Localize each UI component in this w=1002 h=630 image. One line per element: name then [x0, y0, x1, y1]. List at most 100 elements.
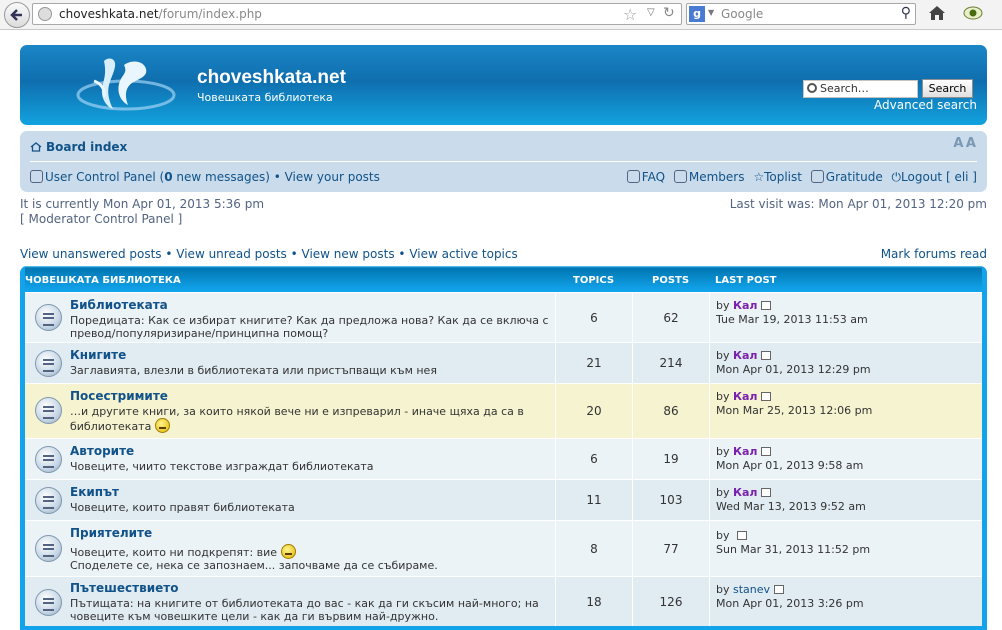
browser-toolbar: choveshkata.net/forum/index.php ☆ ▽ ↻ g … [0, 0, 1002, 30]
by-label: by [716, 529, 730, 542]
reload-icon[interactable]: ↻ [663, 5, 675, 21]
search-input[interactable]: Search… [803, 80, 918, 98]
last-visit: Last visit was: Mon Apr 01, 2013 12:20 p… [729, 197, 987, 211]
post-count: 62 [632, 293, 709, 342]
author-link[interactable]: Кал [733, 349, 757, 362]
forum-row: Екипът Човеците, които правят библиотека… [25, 479, 982, 520]
category-title[interactable]: ЧОВЕШКАТА БИБЛИОТЕКА [25, 275, 181, 286]
toplist-link[interactable]: ☆Toplist [753, 170, 802, 184]
magnifier-icon[interactable]: ⚲ [901, 5, 911, 21]
logout-label: Logout [ eli ] [901, 170, 977, 184]
forum-read-icon [35, 397, 62, 424]
search-placeholder: Search… [820, 82, 869, 95]
topic-count: 11 [555, 480, 632, 520]
last-post-date: Mon Mar 25, 2013 12:06 pm [716, 404, 873, 417]
forum-read-icon [35, 304, 62, 331]
ucp-count-close[interactable]: new messages) [173, 170, 269, 184]
forum-title[interactable]: Посестримите [70, 389, 168, 403]
forum-title[interactable]: Библиотеката [70, 298, 168, 312]
time-info: It is currently Mon Apr 01, 2013 5:36 pm… [20, 197, 264, 227]
author-link[interactable]: Кал [733, 486, 757, 499]
thumbs-up-icon [810, 170, 824, 183]
home-icon [30, 142, 42, 152]
active-topics-link[interactable]: View active topics [409, 247, 517, 261]
forum-title[interactable]: Авторите [70, 444, 134, 458]
forum-row: Книгите Заглавията, влезли в библиотекат… [25, 342, 982, 383]
unread-posts-link[interactable]: View unread posts [176, 247, 287, 261]
post-count: 103 [632, 480, 709, 520]
site-logo-icon[interactable] [64, 51, 184, 125]
gratitude-link[interactable]: Gratitude [810, 170, 883, 184]
current-time: It is currently Mon Apr 01, 2013 5:36 pm [20, 197, 265, 211]
view-latest-post-icon[interactable] [761, 488, 772, 497]
forum-row: Авторите Човеците, чиито текстове изграж… [25, 438, 982, 479]
view-latest-post-icon[interactable] [761, 392, 772, 401]
last-post: by Кал Mon Mar 25, 2013 12:06 pm [709, 384, 872, 438]
browser-search-bar[interactable]: g ▼ Google ⚲ [686, 3, 916, 25]
new-messages-count[interactable]: 0 [164, 170, 172, 184]
view-latest-post-icon[interactable] [774, 585, 785, 594]
post-count: 77 [632, 521, 709, 576]
author-link[interactable]: Кал [733, 390, 757, 403]
faq-icon [626, 170, 640, 183]
forum-title[interactable]: Екипът [70, 485, 119, 499]
author-link[interactable]: Кал [733, 299, 757, 312]
view-your-posts-link[interactable]: View your posts [285, 170, 380, 184]
forum-title[interactable]: Приятелите [70, 526, 152, 540]
home-icon[interactable] [928, 4, 946, 22]
members-link[interactable]: Members [673, 170, 744, 184]
address-bar[interactable]: choveshkata.net/forum/index.php ☆ ▽ ↻ [32, 3, 682, 25]
site-title[interactable]: choveshkata.net [197, 67, 346, 89]
eye-icon[interactable] [963, 5, 983, 21]
unanswered-posts-link[interactable]: View unanswered posts [20, 247, 162, 261]
mark-forums-read-link[interactable]: Mark forums read [881, 247, 987, 261]
last-post: by Кал Mon Apr 01, 2013 9:58 am [709, 439, 863, 479]
breadcrumb[interactable]: Board index [30, 140, 127, 154]
author-link[interactable]: stanev [733, 583, 770, 596]
post-count: 214 [632, 343, 709, 383]
search-button[interactable]: Search [922, 79, 973, 98]
user-icon [30, 170, 43, 183]
forum-description: Заглавията, влезли в библиотеката или пр… [70, 364, 437, 377]
ucp-link[interactable]: User Control Panel [45, 170, 156, 184]
faq-link[interactable]: FAQ [626, 170, 665, 184]
post-count: 19 [632, 439, 709, 479]
forum-description: Човеците, които ни подкрепят: вие Сподел… [70, 544, 550, 572]
forum-read-icon [35, 487, 62, 514]
board-index-link[interactable]: Board index [46, 140, 127, 154]
back-button[interactable] [4, 2, 30, 28]
by-label: by [716, 349, 730, 362]
history-dropdown-icon[interactable]: ▽ [647, 7, 655, 18]
last-post: by Кал Mon Apr 01, 2013 12:29 pm [709, 343, 871, 383]
view-latest-post-icon[interactable] [761, 447, 772, 456]
forum-description-extra: Споделете се, нека се запознаем... започ… [70, 559, 438, 572]
advanced-search-link[interactable]: Advanced search [874, 98, 977, 112]
view-latest-post-icon[interactable] [761, 301, 772, 310]
last-post: by Sun Mar 31, 2013 11:52 pm [709, 521, 870, 576]
topic-count: 8 [555, 521, 632, 576]
view-latest-post-icon[interactable] [737, 531, 747, 540]
last-post: by Кал Wed Mar 13, 2013 9:52 am [709, 480, 866, 520]
arrow-left-icon [10, 9, 22, 21]
bookmark-star-icon[interactable]: ☆ [623, 5, 637, 24]
smiley-icon [154, 418, 170, 433]
url-text: choveshkata.net/forum/index.php [59, 7, 262, 21]
topic-count: 21 [555, 343, 632, 383]
engine-dropdown-icon[interactable]: ▼ [708, 8, 714, 17]
forum-read-icon [35, 350, 62, 377]
last-post-header: LAST POST [715, 275, 777, 286]
new-posts-link[interactable]: View new posts [302, 247, 395, 261]
author-link[interactable]: Кал [733, 445, 757, 458]
moderator-control-panel-link[interactable]: [ Moderator Control Panel ] [20, 212, 264, 227]
font-size-change-icon[interactable]: A A [953, 136, 976, 151]
forum-list-header: ЧОВЕШКАТА БИБЛИОТЕКА TOPICS POSTS LAST P… [25, 266, 982, 292]
view-latest-post-icon[interactable] [761, 351, 772, 360]
gratitude-label: Gratitude [825, 170, 883, 184]
post-count: 86 [632, 384, 709, 438]
logout-link[interactable]: ⏻Logout [ eli ] [892, 170, 977, 184]
last-post: by stanev Mon Apr 01, 2013 3:26 pm [709, 577, 864, 626]
forum-title[interactable]: Пътешествието [70, 581, 178, 595]
forum-description: Поредицата: Как се избират книгите? Как … [70, 314, 549, 340]
forum-title[interactable]: Книгите [70, 348, 126, 362]
forum-row: Приятелите Човеците, които ни подкрепят:… [25, 520, 982, 576]
